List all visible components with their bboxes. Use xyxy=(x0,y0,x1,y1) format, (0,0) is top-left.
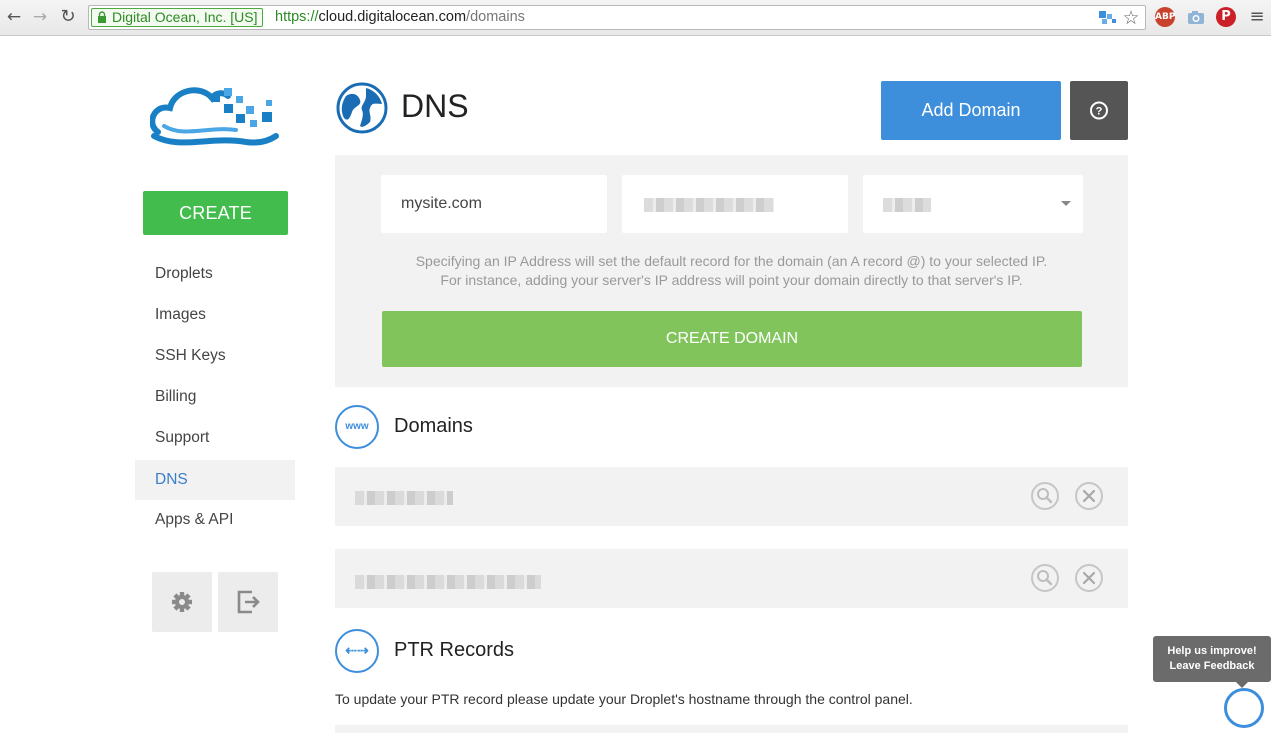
pinterest-extension-icon[interactable]: P xyxy=(1216,7,1236,27)
domains-heading: Domains xyxy=(394,415,473,437)
sidebar-item-dns[interactable]: DNS xyxy=(135,460,295,500)
close-icon xyxy=(1082,571,1096,585)
ip-address-hint: Specifying an IP Address will set the de… xyxy=(335,252,1128,290)
ptr-table xyxy=(335,725,1128,733)
sidebar-item-images[interactable]: Images xyxy=(135,300,295,340)
ev-badge-label: Digital Ocean, Inc. [US] xyxy=(112,9,258,25)
forward-button[interactable]: → xyxy=(30,6,50,28)
redacted-droplet-name xyxy=(883,198,931,212)
sidebar-item-droplets[interactable]: Droplets xyxy=(135,259,295,299)
hint-line-1: Specifying an IP Address will set the de… xyxy=(415,253,1048,269)
hint-line-2: For instance, adding your server's IP ad… xyxy=(440,272,1023,288)
translate-extension-icon[interactable] xyxy=(1098,9,1118,27)
droplet-select[interactable] xyxy=(863,175,1083,233)
domain-name-input[interactable]: mysite.com xyxy=(381,175,607,233)
logout-button[interactable] xyxy=(218,572,278,632)
adblock-extension-icon[interactable]: ABP xyxy=(1155,7,1175,27)
domain-name-value: mysite.com xyxy=(401,195,482,212)
ptr-instructions: To update your PTR record please update … xyxy=(335,691,913,707)
view-records-button[interactable] xyxy=(1031,564,1059,592)
ev-certificate-badge[interactable]: Digital Ocean, Inc. [US] xyxy=(91,8,263,27)
question-circle-icon: ? xyxy=(1090,101,1108,120)
redacted-domain-name[interactable] xyxy=(355,575,541,589)
address-bar[interactable]: Digital Ocean, Inc. [US] https://cloud.d… xyxy=(88,5,1146,30)
browser-toolbar: ← → ↻ Digital Ocean, Inc. [US] https://c… xyxy=(0,0,1271,36)
browser-menu-icon[interactable]: ≡ xyxy=(1247,6,1267,28)
ip-address-input[interactable] xyxy=(622,175,848,233)
create-domain-button[interactable]: CREATE DOMAIN xyxy=(382,311,1082,367)
lock-icon xyxy=(98,11,106,23)
add-domain-button[interactable]: Add Domain xyxy=(881,81,1061,140)
sidebar-item-apps-api[interactable]: Apps & API xyxy=(135,505,295,545)
ptr-records-heading: PTR Records xyxy=(394,639,515,661)
delete-domain-button[interactable] xyxy=(1075,564,1103,592)
camera-extension-icon[interactable] xyxy=(1186,7,1206,27)
www-icon: www xyxy=(335,405,379,449)
redacted-ip-address xyxy=(644,198,774,212)
page-title: DNS xyxy=(401,88,469,124)
search-icon xyxy=(1037,570,1053,586)
url-path: /domains xyxy=(466,9,525,25)
sidebar-item-ssh-keys[interactable]: SSH Keys xyxy=(135,341,295,381)
feedback-tooltip: Help us improve! Leave Feedback xyxy=(1153,636,1271,688)
feedback-button[interactable] xyxy=(1224,688,1264,728)
redacted-domain-name[interactable] xyxy=(355,491,453,505)
sidebar-item-support[interactable]: Support xyxy=(135,423,295,463)
chevron-down-icon xyxy=(1061,201,1071,206)
bookmark-star-icon[interactable]: ☆ xyxy=(1122,9,1140,28)
reload-button[interactable]: ↻ xyxy=(58,6,78,28)
settings-button[interactable] xyxy=(152,572,212,632)
url-text[interactable]: https://cloud.digitalocean.com/domains xyxy=(275,9,525,25)
svg-text:?: ? xyxy=(1096,106,1103,118)
gear-icon xyxy=(172,592,192,612)
back-button[interactable]: ← xyxy=(4,6,24,28)
digitalocean-logo[interactable] xyxy=(149,80,280,152)
domain-row xyxy=(335,549,1128,608)
sign-out-icon xyxy=(237,590,260,614)
globe-icon xyxy=(336,82,388,134)
close-icon xyxy=(1082,489,1096,503)
help-button[interactable]: ? xyxy=(1070,81,1128,140)
domain-row xyxy=(335,467,1128,526)
delete-domain-button[interactable] xyxy=(1075,482,1103,510)
feedback-line-1: Help us improve! xyxy=(1167,645,1257,657)
view-records-button[interactable] xyxy=(1031,482,1059,510)
create-button[interactable]: CREATE xyxy=(143,191,288,235)
search-icon xyxy=(1037,488,1053,504)
url-host: cloud.digitalocean.com xyxy=(318,9,467,25)
sidebar-item-billing[interactable]: Billing xyxy=(135,382,295,422)
url-scheme: https:// xyxy=(275,9,319,25)
arrows-icon: ⇠⇢ xyxy=(335,629,379,673)
feedback-line-2: Leave Feedback xyxy=(1169,660,1255,672)
